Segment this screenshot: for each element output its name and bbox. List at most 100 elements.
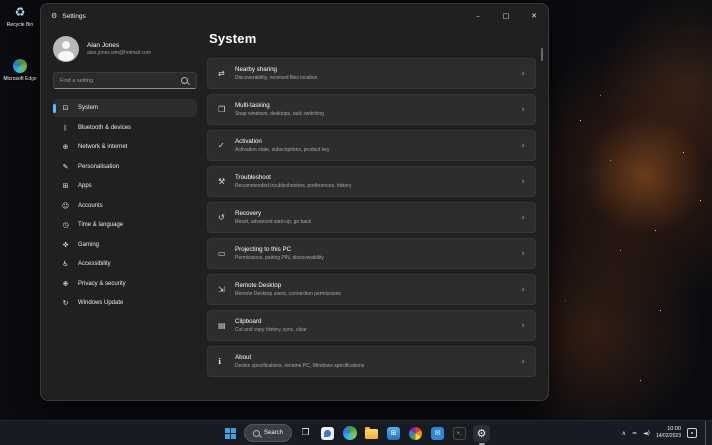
projection-screen-icon: ▭	[218, 249, 235, 258]
card-title: Troubleshoot	[235, 174, 351, 181]
desktop-icon-recycle-bin[interactable]: ♻ Recycle Bin	[1, 4, 39, 28]
edge-icon	[343, 426, 357, 440]
sidebar-item-label: Apps	[78, 183, 92, 189]
card-subtitle: Remote Desktop users, connection permiss…	[235, 291, 341, 297]
card-title: Recovery	[235, 210, 311, 217]
taskbar-search-label: Search	[264, 430, 283, 436]
windows-logo-icon	[225, 428, 236, 439]
sidebar-item-personalisation[interactable]: ✎ Personalisation	[53, 158, 197, 176]
sidebar-item-time-language[interactable]: ◷ Time & language	[53, 216, 197, 234]
volume-icon[interactable]: ◄)	[643, 430, 650, 437]
settings-search[interactable]	[53, 72, 197, 89]
edge-button[interactable]	[341, 425, 358, 442]
update-icon: ↻	[61, 299, 70, 307]
maximize-button[interactable]: □	[492, 4, 520, 28]
sidebar-item-windows-update[interactable]: ↻ Windows Update	[53, 294, 197, 312]
network-icon[interactable]: ≈	[632, 430, 637, 437]
sidebar-item-accounts[interactable]: ☺ Accounts	[53, 197, 197, 215]
nearby-sharing-icon: ⇄	[218, 69, 235, 78]
sidebar-item-network-internet[interactable]: ⊕ Network & internet	[53, 138, 197, 156]
card-title: Nearby sharing	[235, 66, 317, 73]
desktop-sparkles	[0, 0, 1, 1]
file-explorer-button[interactable]	[363, 425, 380, 442]
monitor-icon: ⊡	[61, 104, 70, 112]
sidebar-nav: ⊡ System ᛒ Bluetooth & devices ⊕ Network…	[45, 99, 203, 314]
card-subtitle: Snap windows, desktops, task switching	[235, 111, 324, 117]
account-profile[interactable]: Alan Jones alan.jones.wm@hotmail.com	[53, 36, 199, 62]
sidebar-item-bluetooth-devices[interactable]: ᛒ Bluetooth & devices	[53, 119, 197, 137]
close-button[interactable]: ✕	[520, 4, 548, 28]
desktop-icon-label: Microsoft Edge	[1, 76, 39, 82]
desktop-icon-microsoft-edge[interactable]: Microsoft Edge	[1, 58, 39, 82]
search-icon	[181, 77, 188, 84]
globe-icon: ⊕	[61, 143, 70, 151]
settings-card-clipboard[interactable]: ▤ Clipboard Cut and copy history, sync, …	[207, 310, 536, 341]
sidebar-item-system[interactable]: ⊡ System	[53, 99, 197, 117]
settings-card-troubleshoot[interactable]: ⚒ Troubleshoot Recommended troubleshoote…	[207, 166, 536, 197]
bluetooth-icon: ᛒ	[61, 124, 70, 132]
card-title: Multi-tasking	[235, 102, 324, 109]
shield-icon: ✙	[61, 280, 70, 288]
settings-app-icon: ⚙	[51, 12, 57, 20]
activation-check-icon: ✓	[218, 141, 235, 150]
sidebar-item-label: System	[78, 105, 98, 111]
settings-card-remote-desktop[interactable]: ⇲ Remote Desktop Remote Desktop users, c…	[207, 274, 536, 305]
settings-card-multi-tasking[interactable]: ❐ Multi-tasking Snap windows, desktops, …	[207, 94, 536, 125]
wrench-icon: ⚒	[218, 177, 235, 186]
settings-card-nearby-sharing[interactable]: ⇄ Nearby sharing Discoverability, receiv…	[207, 58, 536, 89]
chevron-right-icon: ›	[521, 285, 525, 295]
card-title: About	[235, 354, 364, 361]
profile-name: Alan Jones	[87, 42, 151, 49]
settings-card-about[interactable]: ℹ About Device specifications, rename PC…	[207, 346, 536, 377]
settings-sidebar: Alan Jones alan.jones.wm@hotmail.com ⊡ S…	[45, 28, 203, 400]
taskbar-clock[interactable]: 10:00 14/02/2023	[656, 426, 681, 440]
sidebar-item-privacy-security[interactable]: ✙ Privacy & security	[53, 275, 197, 293]
remote-desktop-icon: ⇲	[218, 285, 235, 294]
titlebar[interactable]: ⚙ Settings – □ ✕	[41, 4, 548, 28]
avatar	[53, 36, 79, 62]
card-title: Clipboard	[235, 318, 307, 325]
notification-icon[interactable]	[687, 428, 697, 438]
store-icon: ⊞	[387, 427, 400, 440]
brush-icon: ✎	[61, 163, 70, 171]
card-subtitle: Device specifications, rename PC, Window…	[235, 363, 364, 369]
sidebar-item-apps[interactable]: ⊞ Apps	[53, 177, 197, 195]
minimize-button[interactable]: –	[464, 4, 492, 28]
photos-button[interactable]	[407, 425, 424, 442]
window-title: Settings	[62, 13, 86, 20]
task-view-button[interactable]: ❐	[297, 425, 314, 442]
folder-icon	[365, 429, 378, 439]
settings-main-panel: System ⇄ Nearby sharing Discoverability,…	[207, 28, 536, 400]
terminal-button[interactable]: >_	[451, 425, 468, 442]
photos-icon	[409, 427, 422, 440]
scrollbar-thumb[interactable]	[541, 48, 543, 61]
card-title: Remote Desktop	[235, 282, 341, 289]
clock-date: 14/02/2023	[656, 433, 681, 440]
sidebar-item-label: Gaming	[78, 242, 99, 248]
show-desktop-button[interactable]	[705, 421, 709, 445]
settings-card-activation[interactable]: ✓ Activation Activation state, subscript…	[207, 130, 536, 161]
chevron-right-icon: ›	[521, 249, 525, 259]
microsoft-store-button[interactable]: ⊞	[385, 425, 402, 442]
chevron-right-icon: ›	[521, 321, 525, 331]
chevron-right-icon: ›	[521, 213, 525, 223]
settings-taskbar-button[interactable]: ⚙	[473, 425, 490, 442]
sidebar-item-label: Windows Update	[78, 300, 123, 306]
terminal-icon: >_	[453, 427, 466, 440]
chat-button[interactable]	[319, 425, 336, 442]
sidebar-item-accessibility[interactable]: ♿ Accessibility	[53, 255, 197, 273]
search-input[interactable]	[54, 78, 181, 84]
card-subtitle: Recommended troubleshooters, preferences…	[235, 183, 351, 189]
sidebar-item-gaming[interactable]: ✜ Gaming	[53, 236, 197, 254]
mail-button[interactable]: ✉	[429, 425, 446, 442]
settings-gear-icon: ⚙	[477, 428, 487, 439]
multitasking-icon: ❐	[218, 105, 235, 114]
tray-chevron-icon[interactable]: ∧	[622, 430, 626, 437]
settings-card-projecting-to-this-pc[interactable]: ▭ Projecting to this PC Permissions, pai…	[207, 238, 536, 269]
sidebar-item-label: Network & internet	[78, 144, 127, 150]
settings-card-recovery[interactable]: ↺ Recovery Reset, advanced start-up, go …	[207, 202, 536, 233]
start-button[interactable]	[222, 425, 239, 442]
taskbar-search[interactable]: Search	[244, 424, 292, 442]
sidebar-item-label: Accounts	[78, 203, 103, 209]
sidebar-item-label: Bluetooth & devices	[78, 125, 131, 131]
